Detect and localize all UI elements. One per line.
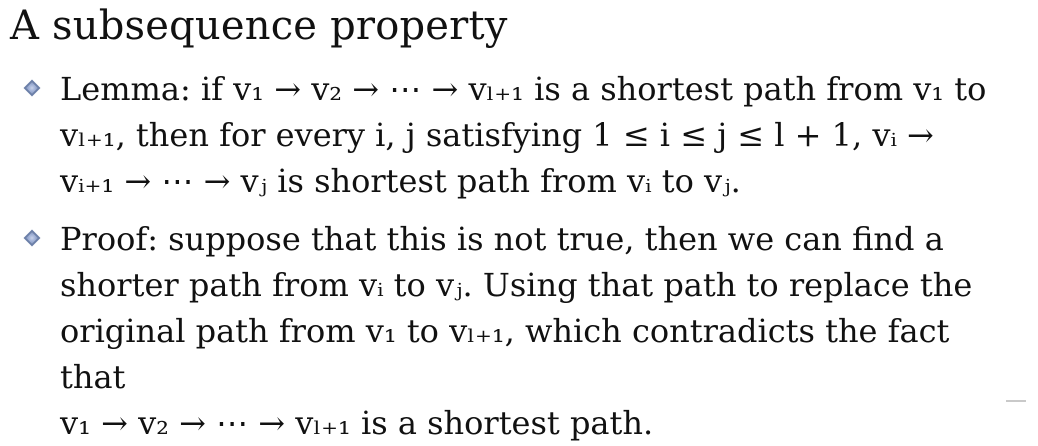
- proof-line-2: shorter path from vᵢ to vⱼ. Using that p…: [60, 266, 973, 304]
- lemma-line-2: vₗ₊₁, then for every i, j satisfying 1 ≤…: [60, 116, 934, 154]
- slide-title: A subsequence property: [10, 3, 508, 49]
- proof-line-3: original path from v₁ to vₗ₊₁, which con…: [60, 312, 950, 396]
- bullet-list: Lemma: if v₁ → v₂ → ⋯ → vₗ₊₁ is a shorte…: [0, 66, 1038, 446]
- proof-line-1: Proof: suppose that this is not true, th…: [60, 220, 944, 258]
- lemma-bullet: Lemma: if v₁ → v₂ → ⋯ → vₗ₊₁ is a shorte…: [0, 66, 1020, 204]
- proof-line-4: v₁ → v₂ → ⋯ → vₗ₊₁ is a shortest path.: [60, 404, 654, 442]
- proof-bullet: Proof: suppose that this is not true, th…: [0, 216, 1020, 446]
- lemma-text: Lemma: if v₁ → v₂ → ⋯ → vₗ₊₁ is a shorte…: [60, 66, 1020, 204]
- diamond-bullet-icon: [23, 229, 41, 247]
- proof-text: Proof: suppose that this is not true, th…: [60, 216, 1020, 446]
- slide: A subsequence property Lemma: if v₁ → v₂…: [0, 0, 1038, 442]
- diamond-bullet-icon: [23, 79, 41, 97]
- lemma-line-1: Lemma: if v₁ → v₂ → ⋯ → vₗ₊₁ is a shorte…: [60, 70, 987, 108]
- lemma-line-3: vᵢ₊₁ → ⋯ → vⱼ is shortest path from vᵢ t…: [60, 162, 741, 200]
